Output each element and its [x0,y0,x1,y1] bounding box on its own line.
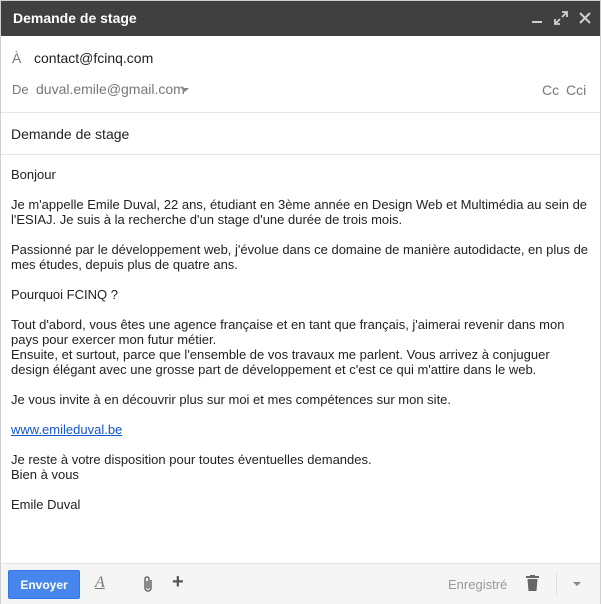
send-button[interactable]: Envoyer [8,570,80,599]
trash-icon[interactable] [526,575,539,591]
chevron-down-icon[interactable] [573,582,581,586]
divider [1,112,600,113]
body-greeting: Bonjour [11,167,56,182]
body-paragraph: Je vous invite à en découvrir plus sur m… [11,392,452,407]
subject-field[interactable]: Demande de stage [11,126,129,142]
body-paragraph: Pourquoi FCINQ ? [11,287,118,302]
compose-window: Demande de stage À contact@fcinq.com De … [0,0,601,604]
compose-titlebar[interactable]: Demande de stage [1,1,600,36]
divider [556,573,557,595]
to-row[interactable]: À contact@fcinq.com [1,45,600,73]
from-label: De [12,82,29,97]
minimize-icon[interactable] [528,9,546,27]
divider [1,154,600,155]
message-body[interactable]: Bonjour Je m'appelle Emile Duval, 22 ans… [11,167,591,527]
to-label: À [12,50,22,66]
compose-footer: Envoyer A + Enregistré [1,563,600,604]
formatting-options-button[interactable]: A [95,574,109,592]
body-signature: Emile Duval [11,497,81,512]
compose-title: Demande de stage [13,10,137,26]
body-paragraph: Passionné par le développement web, j'év… [11,242,589,272]
website-link[interactable]: www.emileduval.be [11,422,122,437]
from-select[interactable]: duval.emile@gmail.com [36,81,185,97]
body-paragraph: Je m'appelle Emile Duval, 22 ans, étudia… [11,197,588,227]
body-paragraph: Je reste à votre disposition pour toutes… [11,452,372,482]
body-paragraph: Tout d'abord, vous êtes une agence franç… [11,317,565,377]
close-icon[interactable] [576,9,594,27]
paperclip-icon[interactable] [141,575,155,593]
saved-status: Enregistré [448,577,508,592]
cci-link[interactable]: Cci [566,82,586,98]
to-recipient[interactable]: contact@fcinq.com [34,50,153,66]
from-row: De duval.emile@gmail.com Cc Cci [1,76,600,104]
expand-icon[interactable] [552,9,570,27]
chevron-down-icon[interactable] [181,88,189,92]
cc-link[interactable]: Cc [542,82,559,98]
plus-icon[interactable]: + [172,570,184,594]
